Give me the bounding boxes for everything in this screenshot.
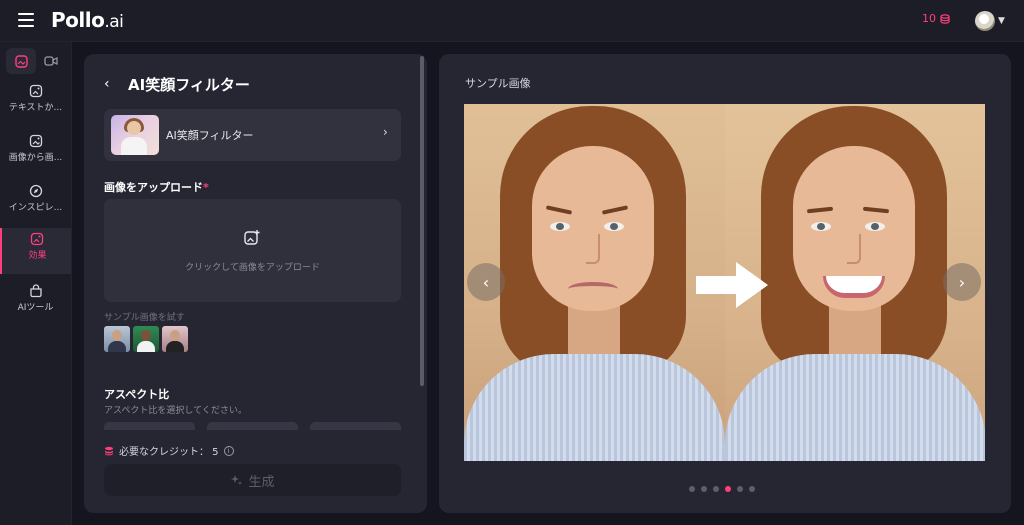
scrollbar[interactable] (420, 56, 424, 386)
required-mark: * (203, 181, 209, 194)
effect-name: AI笑顔フィルター (166, 129, 254, 142)
sample-preview-image (464, 104, 985, 461)
coin-stack-icon (105, 446, 113, 455)
sidebar-item-text-to-image[interactable]: テキストか... (0, 80, 71, 126)
sidebar-item-image-to-image[interactable]: 画像から画... (0, 130, 71, 176)
image-to-image-icon (29, 134, 42, 148)
sidebar-item-inspiration[interactable]: インスピレ... (0, 180, 71, 226)
effect-thumbnail (111, 115, 159, 155)
image-icon (14, 54, 28, 68)
upload-hint: クリックして画像をアップロード (185, 263, 320, 273)
menu-icon[interactable] (18, 13, 34, 27)
logo-suffix: .ai (104, 12, 124, 32)
sidebar-item-label: 画像から画... (8, 153, 63, 163)
upload-label: 画像をアップロード* (104, 179, 209, 195)
carousel-dot[interactable] (701, 486, 707, 492)
effect-selector[interactable]: AI笑顔フィルター › (104, 109, 401, 161)
chevron-right-icon: › (383, 125, 388, 139)
ai-tools-icon (29, 284, 42, 298)
sample-images (104, 326, 188, 352)
image-upload-icon (244, 230, 260, 245)
sparkle-icon (231, 475, 243, 485)
info-icon[interactable]: i (223, 445, 234, 456)
required-credits: 必要なクレジット： 5 i (104, 443, 234, 458)
carousel-dot[interactable] (737, 486, 743, 492)
coin-stack-icon (940, 13, 950, 24)
sidebar-item-label: 効果 (28, 251, 47, 261)
upload-label-text: 画像をアップロード (104, 181, 203, 194)
sample-image[interactable] (104, 326, 130, 352)
generate-label: 生成 (248, 474, 275, 490)
logo-text: Pollo (51, 8, 105, 32)
preview-panel: サンプル画像 ‹ › (439, 54, 1011, 513)
top-bar: Pollo.ai 10 ▼ (0, 0, 1024, 42)
sample-images-label: サンプル画像を試す (104, 313, 185, 323)
carousel-dots (689, 486, 755, 492)
back-arrow-icon[interactable]: ‹ (104, 76, 110, 92)
carousel-dot[interactable] (725, 486, 731, 492)
tab-video[interactable] (36, 48, 66, 74)
required-credits-text: 必要なクレジット： 5 (119, 447, 219, 458)
sidebar-item-effects[interactable]: 効果 (0, 228, 71, 274)
credits-badge[interactable]: 10 (922, 12, 950, 25)
carousel-dot[interactable] (689, 486, 695, 492)
carousel-prev-button[interactable]: ‹ (467, 263, 505, 301)
carousel-next-button[interactable]: › (943, 263, 981, 301)
sidebar-item-ai-tools[interactable]: AIツール (0, 280, 71, 326)
carousel-dot[interactable] (749, 486, 755, 492)
sidebar: テキストか... 画像から画... インスピレ... 効果 AIツール (0, 42, 72, 525)
arrow-right-icon (696, 262, 768, 308)
text-to-image-icon (29, 84, 42, 98)
sample-image[interactable] (133, 326, 159, 352)
preview-title: サンプル画像 (465, 77, 531, 90)
settings-panel: ‹ AI笑顔フィルター AI笑顔フィルター › 画像をアップロード* クリックし… (84, 54, 427, 513)
effects-icon (30, 232, 43, 246)
upload-dropzone[interactable]: クリックして画像をアップロード (104, 199, 401, 302)
sidebar-tabs (6, 48, 66, 74)
credits-count: 10 (922, 12, 936, 25)
avatar[interactable] (975, 11, 995, 31)
video-icon (44, 56, 58, 66)
logo[interactable]: Pollo.ai (51, 8, 124, 32)
sidebar-item-label: インスピレ... (8, 203, 63, 213)
aspect-ratio-title: アスペクト比 (104, 388, 170, 401)
generate-button[interactable]: 生成 (104, 464, 401, 496)
sidebar-item-label: AIツール (17, 303, 54, 313)
carousel-dot[interactable] (713, 486, 719, 492)
sidebar-item-label: テキストか... (8, 103, 63, 113)
compass-icon (29, 184, 42, 198)
sample-image[interactable] (162, 326, 188, 352)
aspect-ratio-subtitle: アスペクト比を選択してください。 (104, 406, 247, 416)
tab-image[interactable] (6, 48, 36, 74)
page-title: AI笑顔フィルター (128, 76, 250, 94)
chevron-down-icon[interactable]: ▼ (998, 16, 1005, 26)
